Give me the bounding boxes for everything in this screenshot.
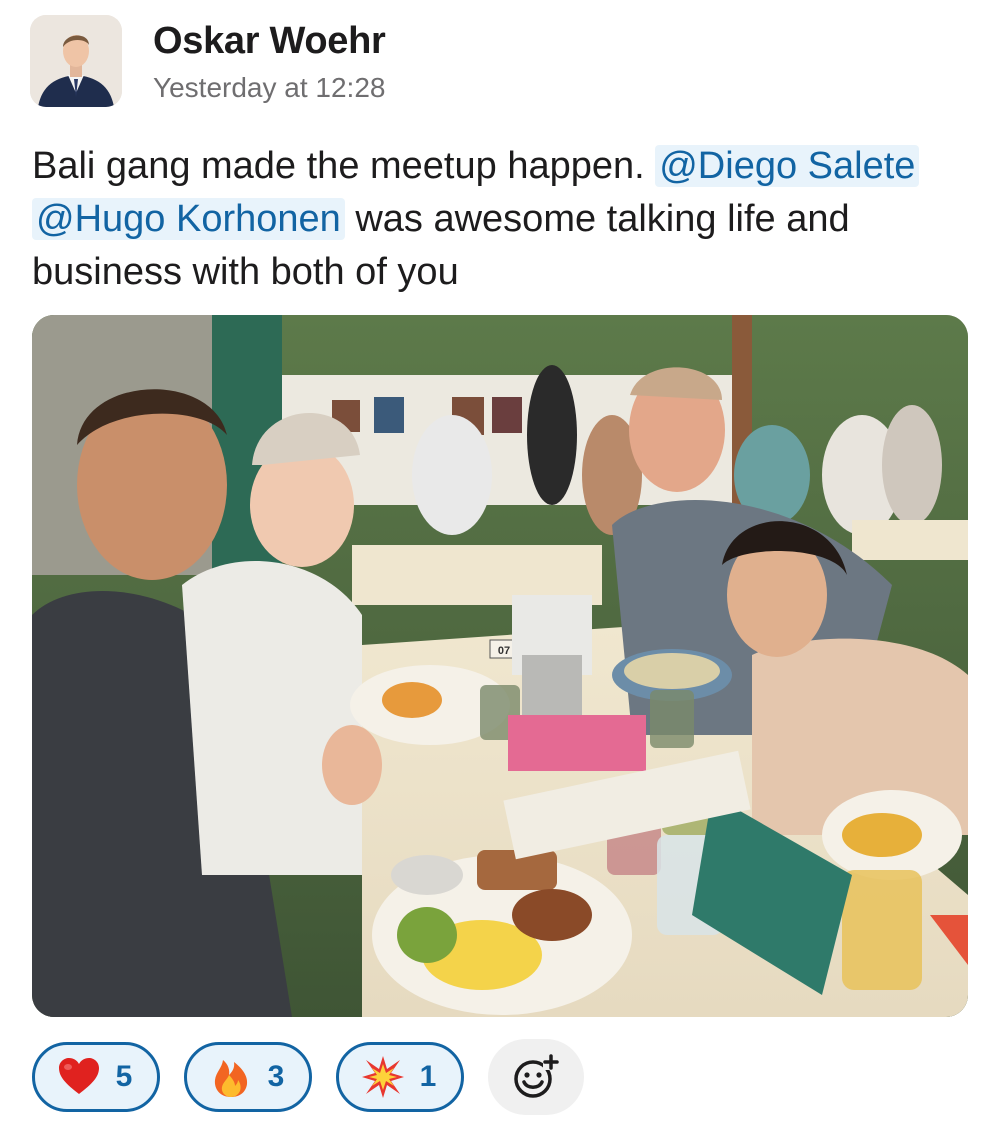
reactions-bar: 5 3 1 [32, 1039, 584, 1115]
attached-photo[interactable]: 07 [32, 315, 968, 1017]
collision-icon [361, 1056, 404, 1098]
reaction-count: 3 [267, 1060, 285, 1093]
mention-diego-salete[interactable]: @Diego Salete [655, 145, 920, 187]
reaction-count: 1 [419, 1060, 437, 1093]
table-number-label: 07 [498, 645, 510, 657]
message-text: Bali gang made the meetup happen. @Diego… [32, 140, 932, 299]
reaction-collision[interactable]: 1 [336, 1042, 464, 1112]
add-reaction-icon [514, 1054, 559, 1098]
author-avatar[interactable] [30, 15, 122, 107]
group-photo-image: 07 [32, 315, 968, 1017]
mention-hugo-korhonen[interactable]: @Hugo Korhonen [32, 198, 345, 240]
add-reaction-button[interactable] [488, 1039, 584, 1115]
message-post: Oskar Woehr Yesterday at 12:28 Bali gang… [0, 0, 1000, 1142]
message-text-part: Bali gang made the meetup happen. [32, 145, 656, 187]
avatar-portrait-icon [30, 15, 122, 107]
reaction-fire[interactable]: 3 [184, 1042, 312, 1112]
author-name[interactable]: Oskar Woehr [153, 20, 386, 63]
heart-icon [58, 1058, 99, 1094]
message-timestamp[interactable]: Yesterday at 12:28 [153, 72, 385, 104]
fire-icon [214, 1060, 247, 1097]
reaction-count: 5 [115, 1060, 133, 1093]
reaction-heart[interactable]: 5 [32, 1042, 160, 1112]
